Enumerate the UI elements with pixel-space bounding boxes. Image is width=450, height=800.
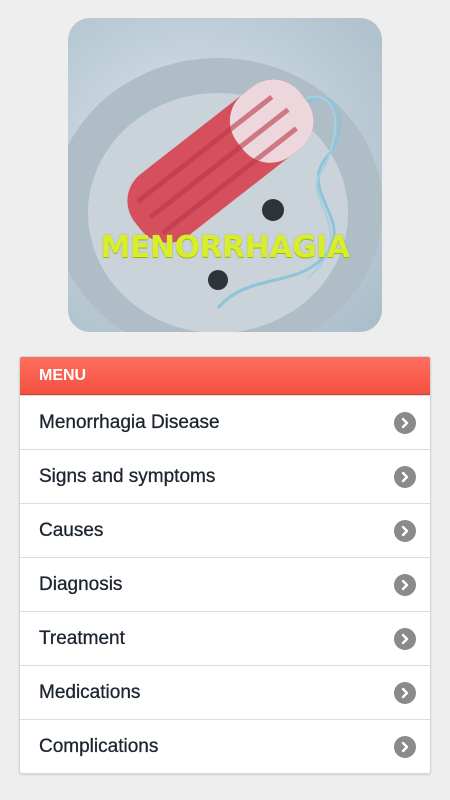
menu-item-signs-and-symptoms[interactable]: Signs and symptoms xyxy=(20,449,430,503)
menu-item-causes[interactable]: Causes xyxy=(20,503,430,557)
chevron-right-icon xyxy=(394,573,416,596)
menu-item-medications[interactable]: Medications xyxy=(20,665,430,719)
menu-item-label: Diagnosis xyxy=(39,573,123,595)
menu-item-label: Treatment xyxy=(39,627,125,649)
menu-item-label: Menorrhagia Disease xyxy=(39,411,220,433)
menu-item-label: Medications xyxy=(39,681,141,703)
chevron-right-icon xyxy=(394,411,416,434)
menu-panel: MENU Menorrhagia Disease Signs and sympt… xyxy=(19,356,431,774)
menu-item-label: Signs and symptoms xyxy=(39,465,216,487)
hero-image: MENORRHAGIA xyxy=(68,18,382,332)
menu-header: MENU xyxy=(20,357,430,395)
hero-illustration xyxy=(68,58,382,332)
menu-item-label: Causes xyxy=(39,519,104,541)
menu-item-label: Complications xyxy=(39,735,159,757)
menu-item-diagnosis[interactable]: Diagnosis xyxy=(20,557,430,611)
chevron-right-icon xyxy=(394,627,416,650)
menu-item-menorrhagia-disease[interactable]: Menorrhagia Disease xyxy=(20,395,430,449)
menu-item-complications[interactable]: Complications xyxy=(20,719,430,773)
hero-title: MENORRHAGIA xyxy=(100,230,351,265)
chevron-right-icon xyxy=(394,735,416,758)
chevron-right-icon xyxy=(394,519,416,542)
chevron-right-icon xyxy=(394,681,416,704)
menu-item-treatment[interactable]: Treatment xyxy=(20,611,430,665)
chevron-right-icon xyxy=(394,465,416,488)
